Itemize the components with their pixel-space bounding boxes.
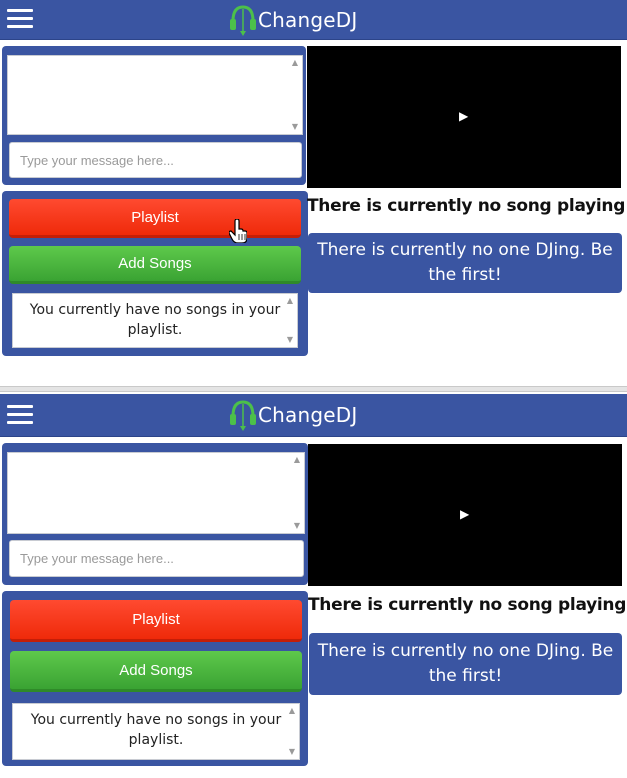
chat-log[interactable]: ▲ ▼: [7, 55, 303, 135]
scroll-up-icon[interactable]: ▲: [285, 296, 295, 306]
play-icon[interactable]: ▶: [460, 507, 469, 521]
scroll-up-icon[interactable]: ▲: [292, 455, 302, 465]
scroll-down-icon[interactable]: ▼: [290, 122, 300, 132]
navbar: ChangeDJ: [0, 394, 627, 437]
add-songs-button[interactable]: Add Songs: [10, 651, 302, 692]
headphones-icon: [230, 400, 256, 431]
brand-logo[interactable]: ChangeDJ: [228, 397, 357, 433]
hand-pointer-icon: [229, 219, 247, 243]
now-playing-status: There is currently no song playing: [307, 196, 626, 216]
add-songs-button[interactable]: Add Songs: [9, 246, 301, 284]
scroll-down-icon[interactable]: ▼: [292, 521, 302, 531]
hamburger-icon[interactable]: [7, 405, 33, 425]
playlist-button[interactable]: Playlist: [10, 600, 302, 642]
controls-panel: Playlist Add Songs You currently have no…: [2, 191, 308, 356]
chat-message-input[interactable]: [9, 540, 304, 577]
chat-panel: ▲ ▼: [2, 443, 308, 585]
empty-playlist-text: You currently have no songs in your play…: [29, 302, 281, 338]
scroll-up-icon[interactable]: ▲: [287, 706, 297, 716]
play-icon[interactable]: ▶: [459, 109, 468, 123]
controls-panel: Playlist Add Songs You currently have no…: [2, 591, 308, 766]
empty-playlist-text: You currently have no songs in your play…: [30, 712, 282, 748]
now-playing-status: There is currently no song playing: [308, 595, 627, 615]
hamburger-icon[interactable]: [7, 9, 33, 29]
dj-status: There is currently no one DJing. Be the …: [309, 633, 622, 695]
scroll-down-icon[interactable]: ▼: [287, 747, 297, 757]
brand-name: ChangeDJ: [258, 8, 358, 32]
screen-top: ChangeDJ ▲ ▼ Playlist Add Songs You curr…: [0, 0, 627, 388]
brand-logo[interactable]: ChangeDJ: [228, 2, 357, 38]
chat-log[interactable]: ▲ ▼: [7, 452, 305, 534]
dj-status: There is currently no one DJing. Be the …: [308, 233, 622, 293]
playlist-list[interactable]: You currently have no songs in your play…: [12, 703, 300, 760]
chat-message-input[interactable]: [9, 142, 302, 178]
playlist-button[interactable]: Playlist: [9, 199, 301, 238]
video-player[interactable]: ▶: [308, 444, 622, 586]
scroll-down-icon[interactable]: ▼: [285, 335, 295, 345]
playlist-list[interactable]: You currently have no songs in your play…: [12, 293, 298, 348]
screen-bottom: ChangeDJ ▲ ▼ Playlist Add Songs You curr…: [0, 394, 627, 778]
screenshot-divider: [0, 386, 627, 392]
brand-name: ChangeDJ: [258, 403, 358, 427]
navbar: ChangeDJ: [0, 0, 627, 40]
scroll-up-icon[interactable]: ▲: [290, 58, 300, 68]
headphones-icon: [230, 5, 256, 36]
video-player[interactable]: ▶: [307, 46, 621, 188]
chat-panel: ▲ ▼: [2, 46, 306, 185]
